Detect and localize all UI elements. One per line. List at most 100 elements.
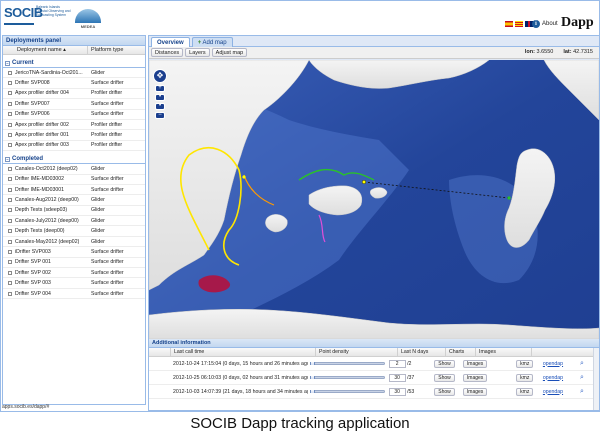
row-checkbox[interactable] (8, 70, 12, 75)
kmz-export-button[interactable]: kmz (516, 359, 534, 368)
pan-control-icon[interactable]: ✥ (153, 69, 167, 83)
layers-button[interactable]: Layers (185, 48, 210, 57)
platform-type: Surface drifter (91, 100, 124, 107)
row-checkbox[interactable] (8, 101, 12, 106)
images-button[interactable]: Images (462, 373, 488, 382)
deployment-row[interactable]: Drifter SVP006 Surface drifter (3, 110, 145, 120)
column-platform-type[interactable]: Platform type (88, 46, 123, 54)
zoom-level-icon[interactable]: • (155, 94, 165, 101)
kmz-export-button[interactable]: kmz (516, 373, 534, 382)
point-density-slider[interactable] (309, 362, 385, 365)
deployment-row[interactable]: Drifter SVP007 Surface drifter (3, 99, 145, 110)
deployment-row[interactable]: Apex profiler drifter 001 Profiler drifte… (3, 130, 145, 141)
deployment-row[interactable]: iDrifter SVP003 Surface drifter (3, 247, 145, 258)
socib-logo[interactable]: SOCIB Balearic Islands Coastal Observing… (4, 3, 71, 33)
row-checkbox[interactable] (8, 187, 12, 192)
last-n-days-input[interactable]: 30 (388, 373, 406, 382)
row-checkbox[interactable] (8, 81, 12, 86)
row-checkbox[interactable] (8, 177, 12, 182)
deployment-row[interactable]: Apex profiler drifter 004 Profiler drifte… (3, 89, 145, 100)
map-canvas[interactable]: ✥ + • • − (149, 60, 599, 339)
deployment-row[interactable]: Apex profiler drifter 002 Profiler drifte… (3, 120, 145, 131)
slider-knob[interactable] (309, 390, 315, 393)
row-checkbox[interactable] (8, 133, 12, 138)
tab-add-map[interactable]: + Add map (191, 37, 233, 47)
zoom-to-icon[interactable]: ⌕ (577, 374, 590, 382)
deployment-row[interactable]: Canales-Oct2012 (deep02) Glider (3, 164, 145, 175)
row-checkbox[interactable] (8, 91, 12, 96)
column-deployment-name[interactable]: Deployment name ▴ (3, 46, 88, 54)
deployment-row[interactable]: Drifter IME-MD03002 Surface drifter (3, 175, 145, 185)
deployment-row[interactable]: Drifter SVP 003 Surface drifter (3, 278, 145, 289)
deployment-row[interactable]: Depth Tests (sdeep03) Glider (3, 206, 145, 217)
row-checkbox[interactable] (8, 112, 12, 117)
deployment-row[interactable]: Canales-July2012 (deep00) Glider (3, 216, 145, 227)
show-charts-button[interactable]: Show (434, 387, 455, 396)
distances-button[interactable]: Distances (151, 48, 184, 57)
row-checkbox[interactable] (8, 229, 12, 234)
opendap-link[interactable]: opendap (540, 375, 577, 381)
column-point-density[interactable]: Point density (316, 348, 398, 356)
zoom-in-icon[interactable]: + (155, 85, 165, 92)
column-charts[interactable]: Charts (446, 348, 476, 356)
opendap-link-text[interactable]: opendap (543, 375, 563, 381)
opendap-link[interactable]: opendap (540, 389, 577, 395)
opendap-link-text[interactable]: opendap (543, 389, 563, 395)
deployment-row[interactable]: JericoTNA-Sardinia-Oct201... Glider (3, 68, 145, 79)
group-current[interactable]: − Current (3, 59, 145, 68)
zoom-to-icon[interactable]: ⌕ (577, 360, 590, 368)
row-checkbox[interactable] (8, 122, 12, 127)
images-button[interactable]: Images (462, 387, 488, 396)
row-checkbox[interactable] (8, 218, 12, 223)
slider-knob[interactable] (309, 362, 315, 365)
point-density-slider[interactable] (309, 390, 385, 393)
about-link[interactable]: About (542, 21, 558, 27)
catalonia-flag-icon[interactable] (515, 21, 523, 27)
row-checkbox[interactable] (8, 249, 12, 254)
last-n-days-input[interactable]: 30 (388, 387, 406, 396)
tab-overview[interactable]: Overview (151, 37, 190, 47)
platform-type: Profiler drifter (91, 90, 123, 97)
show-charts-button[interactable]: Show (434, 373, 455, 382)
show-charts-button[interactable]: Show (434, 359, 455, 368)
row-checkbox[interactable] (8, 143, 12, 148)
column-images[interactable]: Images (476, 348, 532, 356)
group-completed[interactable]: − Completed (3, 155, 145, 165)
last-n-days-input[interactable]: 2 (388, 359, 406, 368)
zoom-level-icon[interactable]: • (155, 103, 165, 110)
row-checkbox[interactable] (8, 166, 12, 171)
deployment-row[interactable]: Apex profiler drifter 003 Profiler drifte… (3, 141, 145, 152)
deployment-row[interactable]: Drifter SVP 001 Surface drifter (3, 258, 145, 269)
deployment-row[interactable]: Drifter SVP008 Surface drifter (3, 78, 145, 89)
row-checkbox[interactable] (8, 281, 12, 286)
deployment-name: Drifter IME-MD03001 (15, 186, 65, 193)
opendap-link[interactable]: opendap (540, 361, 577, 367)
zoom-out-icon[interactable]: − (155, 112, 165, 119)
row-checkbox[interactable] (8, 270, 12, 275)
adjust-map-button[interactable]: Adjust map (211, 48, 248, 57)
spain-flag-icon[interactable] (505, 21, 513, 27)
images-button[interactable]: Images (462, 359, 488, 368)
deployment-row[interactable]: Drifter IME-MD03001 Surface drifter (3, 185, 145, 196)
row-checkbox[interactable] (8, 239, 12, 244)
zoom-to-icon[interactable]: ⌕ (577, 388, 590, 396)
deployment-row[interactable]: Canales-May2012 (deep02) Glider (3, 237, 145, 248)
kmz-export-button[interactable]: kmz (516, 387, 534, 396)
deployment-row[interactable]: Drifter SVP 002 Surface drifter (3, 268, 145, 279)
row-checkbox[interactable] (8, 208, 12, 213)
deployment-row[interactable]: Depth Tests (deep00) Glider (3, 226, 145, 237)
deployment-row[interactable]: Canales-Aug2012 (deep00) Glider (3, 195, 145, 206)
row-checkbox[interactable] (8, 291, 12, 296)
collapse-icon[interactable]: − (5, 156, 10, 162)
column-last-call[interactable]: Last call time (171, 348, 316, 356)
deployment-row[interactable]: Drifter SVP 004 Surface drifter (3, 289, 145, 300)
slider-knob[interactable] (309, 376, 315, 379)
opendap-link-text[interactable]: opendap (543, 361, 563, 367)
row-checkbox[interactable] (8, 260, 12, 265)
column-last-n-days[interactable]: Last N days (398, 348, 446, 356)
point-density-slider[interactable] (309, 376, 385, 379)
vertical-scrollbar[interactable] (593, 348, 599, 410)
row-checkbox[interactable] (8, 197, 12, 202)
collapse-icon[interactable]: − (5, 60, 10, 66)
info-icon[interactable]: i (532, 20, 540, 28)
